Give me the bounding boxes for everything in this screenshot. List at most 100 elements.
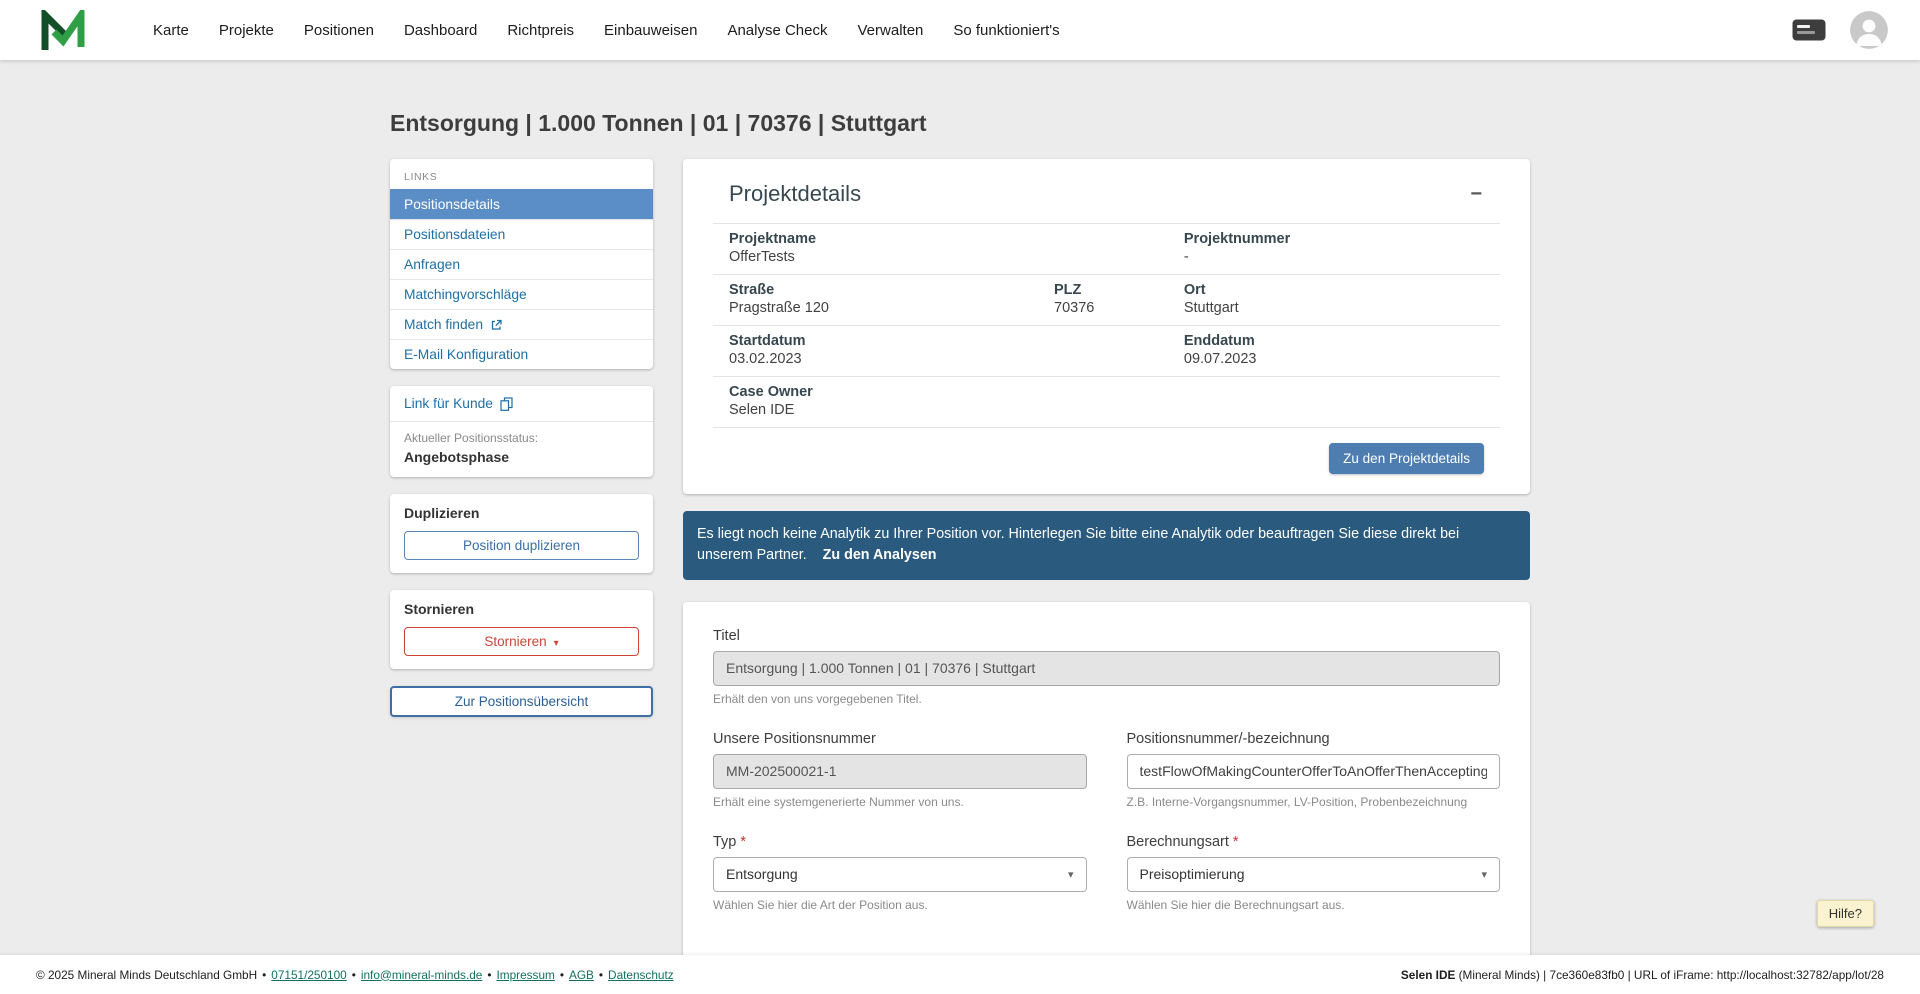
typ-field: Typ * Entsorgung ▾ Wählen Sie hier die Ar… (713, 834, 1087, 912)
nav-item-karte[interactable]: Karte (138, 13, 204, 48)
footer-copyright: © 2025 Mineral Minds Deutschland GmbH (36, 967, 258, 982)
nav-item-projekte[interactable]: Projekte (204, 13, 289, 48)
sidebar-item-anfragen[interactable]: Anfragen (390, 249, 653, 279)
page-title: Entsorgung | 1.000 Tonnen | 01 | 70376 |… (390, 110, 927, 136)
copy-icon (500, 396, 513, 411)
duplicate-heading: Duplizieren (404, 505, 480, 521)
sidebar-item-label: Match finden (404, 317, 483, 332)
field-value: 03.02.2023 (729, 351, 802, 367)
footer: © 2025 Mineral Minds Deutschland GmbH • … (0, 955, 1920, 994)
titel-label: Titel (713, 627, 740, 644)
app-logo[interactable] (40, 10, 86, 50)
positionsnummer-helper: Erhält eine systemgenerierte Nummer von … (713, 794, 964, 809)
typ-select[interactable]: Entsorgung ▾ (713, 856, 1087, 892)
typ-label: Typ * (713, 833, 747, 850)
positionsnummer-label: Unsere Positionsnummer (713, 730, 876, 747)
footer-separator: • (262, 967, 267, 982)
status-card: Link für Kunde Aktueller Positionsstatus… (390, 386, 653, 477)
project-details-card: Projektdetails − Projektname OfferTests … (683, 159, 1530, 494)
field-label: Projektname (729, 231, 817, 247)
nav-item-positionen[interactable]: Positionen (289, 13, 389, 48)
typ-select-value: Entsorgung (726, 866, 798, 883)
berechnungsart-label: Berechnungsart * (1126, 833, 1239, 850)
sidebar-item-email-konfiguration[interactable]: E-Mail Konfiguration (390, 339, 653, 369)
sidebar-item-positionsdetails[interactable]: Positionsdetails (390, 189, 653, 219)
berechnungsart-helper: Wählen Sie hier die Berechnungsart aus. (1126, 897, 1345, 912)
footer-datenschutz-link[interactable]: Datenschutz (608, 968, 674, 982)
bezeichnung-input[interactable] (1126, 753, 1500, 789)
nav-item-so-funktionierts[interactable]: So funktioniert's (938, 13, 1074, 48)
footer-separator: • (487, 967, 492, 982)
analytics-banner: Es liegt noch keine Analytik zu Ihrer Po… (683, 511, 1530, 580)
card-icon[interactable] (1792, 18, 1826, 42)
footer-agb-link[interactable]: AGB (569, 968, 594, 982)
help-button[interactable]: Hilfe? (1816, 900, 1874, 927)
nav-item-richtpreis[interactable]: Richtpreis (492, 13, 589, 48)
footer-session-info: Selen IDE (Mineral Minds) | 7ce360e83fb0… (1400, 967, 1884, 982)
banner-text: Es liegt noch keine Analytik zu Ihrer Po… (697, 526, 1460, 564)
nav-right (1792, 11, 1888, 49)
field-value: - (1183, 249, 1189, 265)
external-link-icon (491, 319, 502, 330)
bezeichnung-label: Positionsnummer/-bezeichnung (1126, 730, 1330, 747)
positionsnummer-field: Unsere Positionsnummer Erhält eine syste… (713, 731, 1087, 809)
main-nav: Karte Projekte Positionen Dashboard Rich… (138, 13, 1075, 48)
bezeichnung-field: Positionsnummer/-bezeichnung Z.B. Intern… (1126, 730, 1500, 809)
titel-helper: Erhält den von uns vorgegebenen Titel. (713, 691, 922, 706)
status-label: Aktueller Positionsstatus: (404, 431, 539, 445)
berechnungsart-select[interactable]: Preisoptimierung ▾ (1126, 856, 1500, 892)
field-value: Pragstraße 120 (729, 300, 829, 316)
overview-button[interactable]: Zur Positionsübersicht (390, 686, 653, 717)
sidebar-item-match-finden[interactable]: Match finden (390, 309, 653, 339)
required-asterisk: * (740, 833, 747, 850)
field-label: Ort (1183, 282, 1206, 298)
bezeichnung-helper: Z.B. Interne-Vorgangsnummer, LV-Position… (1126, 794, 1468, 809)
berechnungsart-select-value: Preisoptimierung (1139, 866, 1245, 883)
cancel-card: Stornieren Stornieren ▾ (390, 590, 653, 669)
berechnungsart-field: Berechnungsart * Preisoptimierung ▾ Wähle… (1126, 833, 1500, 912)
duplicate-card: Duplizieren Position duplizieren (390, 494, 653, 573)
titel-input (713, 650, 1500, 686)
project-details-table: Projektname OfferTests Projektnummer - S… (713, 223, 1500, 428)
customer-link[interactable]: Link für Kunde (390, 386, 653, 421)
brand-m-icon (41, 10, 85, 50)
position-form-card: Titel Erhält den von uns vorgegebenen Ti… (683, 601, 1530, 982)
user-icon (1850, 11, 1888, 49)
footer-email-link[interactable]: info@mineral-minds.de (361, 968, 482, 982)
field-label: Enddatum (1183, 333, 1255, 349)
sidebar: LINKS Positionsdetails Positionsdateien … (390, 159, 653, 717)
cancel-button-label: Stornieren (484, 634, 547, 649)
field-value: Selen IDE (729, 402, 795, 418)
chevron-down-icon: ▾ (1067, 868, 1074, 881)
positionsnummer-input (713, 753, 1087, 789)
sidebar-item-positionsdateien[interactable]: Positionsdateien (390, 219, 653, 249)
required-asterisk: * (1232, 833, 1239, 850)
main-content: Projektdetails − Projektname OfferTests … (683, 159, 1530, 982)
cancel-button[interactable]: Stornieren ▾ (404, 627, 639, 656)
nav-item-dashboard[interactable]: Dashboard (389, 13, 492, 48)
footer-separator: • (559, 967, 564, 982)
collapse-icon[interactable]: − (1468, 184, 1484, 204)
cancel-heading: Stornieren (404, 601, 475, 617)
nav-item-analyse-check[interactable]: Analyse Check (712, 13, 842, 48)
field-label: Case Owner (729, 384, 813, 400)
project-details-button[interactable]: Zu den Projektdetails (1329, 443, 1484, 474)
avatar[interactable] (1850, 11, 1888, 49)
nav-item-einbauweisen[interactable]: Einbauweisen (589, 13, 712, 48)
analyses-link[interactable]: Zu den Analysen (823, 547, 937, 563)
customer-link-label: Link für Kunde (404, 396, 493, 411)
chevron-down-icon: ▾ (553, 638, 559, 649)
top-nav: Karte Projekte Positionen Dashboard Rich… (0, 0, 1920, 60)
sidebar-item-matchingvorschlaege[interactable]: Matchingvorschläge (390, 279, 653, 309)
field-label: Straße (729, 282, 775, 298)
field-value: Stuttgart (1183, 300, 1239, 316)
footer-separator: • (351, 967, 356, 982)
nav-item-verwalten[interactable]: Verwalten (843, 13, 939, 48)
duplicate-button[interactable]: Position duplizieren (404, 531, 639, 560)
footer-impressum-link[interactable]: Impressum (497, 968, 555, 982)
typ-helper: Wählen Sie hier die Art der Position aus… (713, 897, 928, 912)
status-value: Angebotsphase (404, 449, 510, 465)
field-value: 09.07.2023 (1183, 351, 1257, 367)
field-label: PLZ (1054, 282, 1082, 298)
footer-phone-link[interactable]: 07151/250100 (271, 968, 346, 982)
